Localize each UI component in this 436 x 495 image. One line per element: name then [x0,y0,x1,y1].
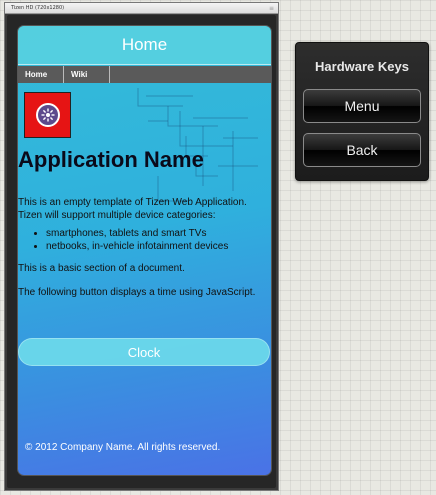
section-paragraph: This is a basic section of a document. [18,263,185,274]
nav-item-home[interactable]: Home [18,66,64,83]
list-item: netbooks, in-vehicle infotainment device… [46,241,258,254]
device-list: smartphones, tablets and smart TVs netbo… [18,228,258,253]
emulator-titlebar[interactable]: Tizen HD (720x1280) ≡ [5,3,278,14]
nav-item-wiki[interactable]: Wiki [64,66,110,83]
hardware-keys-title: Hardware Keys [315,59,409,74]
back-button[interactable]: Back [303,133,421,167]
tizen-logo-icon [24,92,71,138]
device-body: Home Home Wiki Application Name This is … [7,15,276,488]
list-item: smartphones, tablets and smart TVs [46,228,258,241]
intro-paragraph: This is an empty template of Tizen Web A… [18,197,247,221]
app-content: This is an empty template of Tizen Web A… [18,197,258,299]
footer-text: © 2012 Company Name. All rights reserved… [25,442,221,453]
gear-icon [35,103,60,127]
header-title: Home [121,35,168,54]
emulator-title: Tizen HD (720x1280) [11,5,65,11]
device-screen: Home Home Wiki Application Name This is … [18,26,271,475]
emulator-window: Tizen HD (720x1280) ≡ Home Home Wiki App… [4,2,279,491]
button-description: The following button displays a time usi… [18,286,256,298]
app-title: Application Name [18,147,204,172]
resize-grip-icon[interactable]: ≡ [269,4,274,14]
app-header: Home [18,26,271,65]
hardware-keys-panel: Hardware Keys Menu Back [295,42,429,181]
clock-button[interactable]: Clock [18,338,270,366]
menu-button[interactable]: Menu [303,89,421,123]
navbar: Home Wiki [18,66,271,83]
